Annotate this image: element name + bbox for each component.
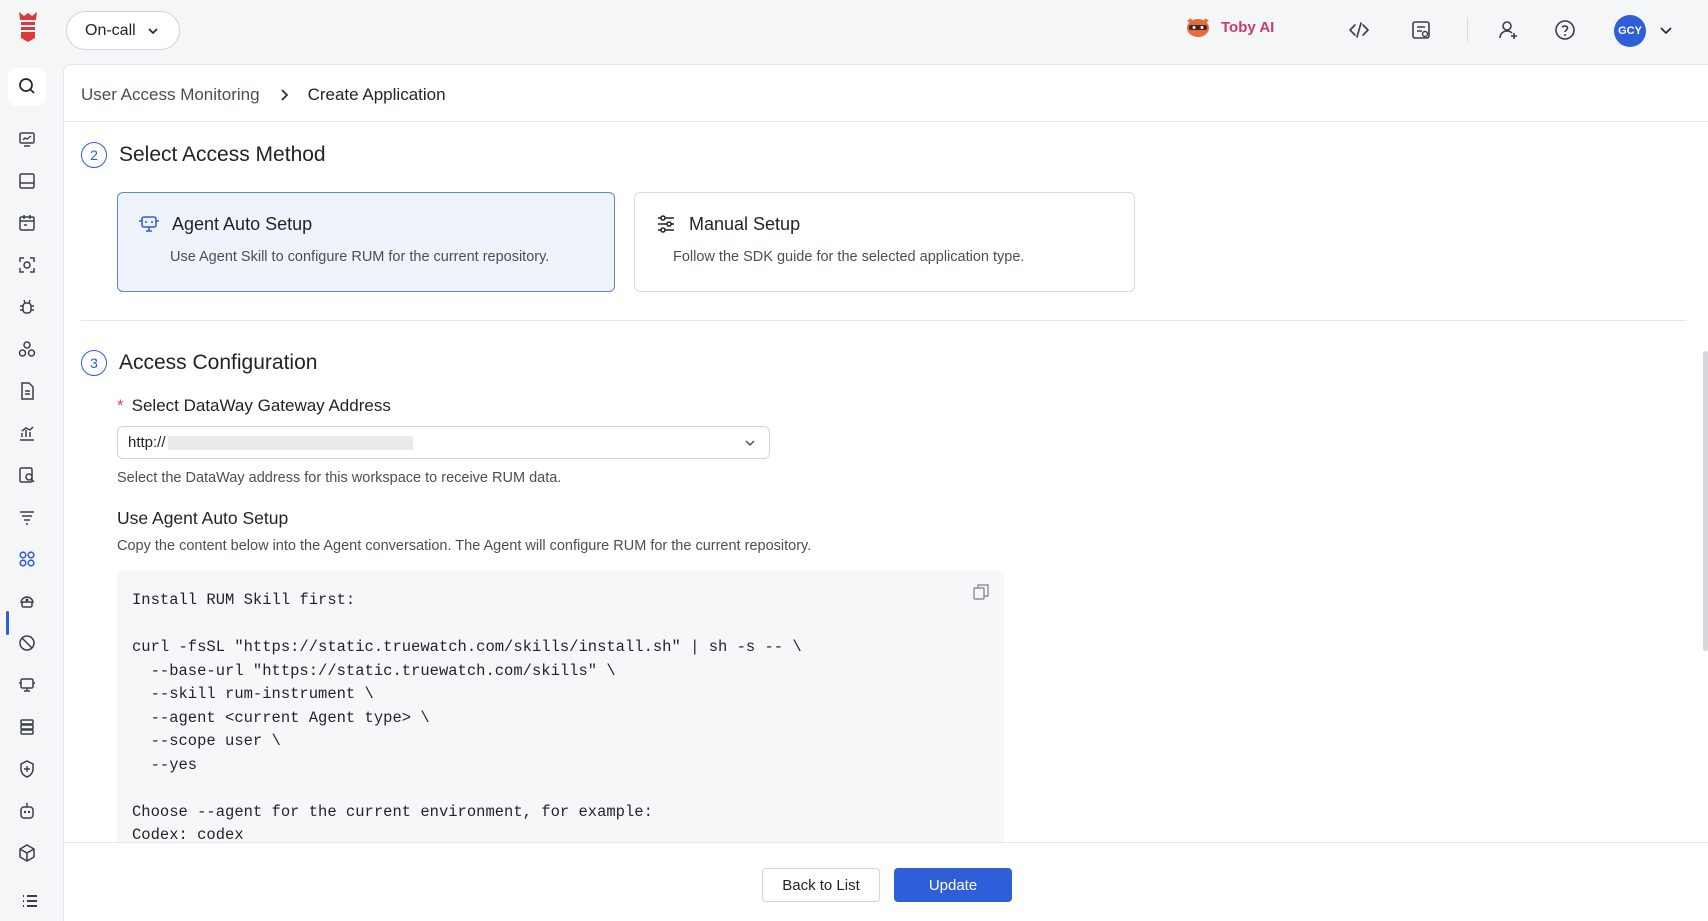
app-logo[interactable] bbox=[16, 10, 40, 44]
card-description: Use Agent Skill to configure RUM for the… bbox=[170, 249, 550, 265]
step-title: Access Configuration bbox=[119, 351, 318, 374]
card-description: Follow the SDK guide for the selected ap… bbox=[673, 249, 1025, 265]
card-title: Manual Setup bbox=[689, 213, 801, 234]
copy-icon[interactable] bbox=[972, 583, 990, 601]
search-icon[interactable] bbox=[17, 76, 37, 96]
chevron-down-icon[interactable] bbox=[1658, 22, 1674, 38]
menu-icon[interactable] bbox=[20, 891, 40, 911]
code-icon[interactable] bbox=[1347, 18, 1371, 42]
step-title: Select Access Method bbox=[119, 143, 326, 166]
gateway-select[interactable]: http:// bbox=[117, 426, 770, 459]
breadcrumb-parent[interactable]: User Access Monitoring bbox=[81, 85, 260, 105]
toby-ai-label: Toby AI bbox=[1221, 18, 1275, 36]
gateway-label: * Select DataWay Gateway Address bbox=[117, 396, 391, 416]
metrics-icon[interactable] bbox=[17, 423, 37, 443]
divider bbox=[64, 121, 1708, 122]
step-access-configuration: 3 Access Configuration bbox=[81, 350, 317, 376]
manual-setup-card[interactable]: Manual Setup Follow the SDK guide for th… bbox=[634, 192, 1135, 292]
add-user-icon[interactable] bbox=[1496, 18, 1520, 42]
agent-icon bbox=[139, 216, 159, 232]
auto-setup-description: Copy the content below into the Agent co… bbox=[117, 538, 812, 554]
breadcrumb-current: Create Application bbox=[307, 85, 446, 104]
footer-bar: Back to List Update bbox=[64, 842, 1708, 921]
avatar[interactable]: GCY bbox=[1614, 15, 1646, 47]
install-command[interactable]: Install RUM Skill first: curl -fsSL "htt… bbox=[132, 589, 989, 848]
calendar-icon[interactable] bbox=[17, 213, 37, 233]
cube-icon[interactable] bbox=[17, 843, 37, 863]
update-button[interactable]: Update bbox=[894, 868, 1012, 902]
code-block[interactable]: Install RUM Skill first: curl -fsSL "htt… bbox=[117, 571, 1004, 861]
breadcrumb: User Access Monitoring Create Applicatio… bbox=[81, 83, 446, 107]
notes-icon[interactable] bbox=[1409, 18, 1433, 42]
document-icon[interactable] bbox=[17, 381, 37, 401]
log-search-icon[interactable] bbox=[17, 465, 37, 485]
step-number: 2 bbox=[81, 142, 107, 168]
workspace-label: On-call bbox=[85, 21, 136, 39]
top-bar: On-call Toby AI GCY bbox=[0, 0, 1708, 64]
main-panel: User Access Monitoring Create Applicatio… bbox=[63, 64, 1708, 921]
sidebar-active-indicator bbox=[6, 611, 9, 635]
help-icon[interactable] bbox=[1553, 18, 1577, 42]
chevron-down-icon bbox=[745, 440, 755, 447]
sidebar bbox=[0, 64, 62, 921]
step-number: 3 bbox=[81, 350, 107, 376]
toolbar-divider bbox=[1467, 18, 1468, 42]
bug-icon[interactable] bbox=[17, 297, 37, 317]
chevron-right-icon bbox=[281, 89, 288, 101]
gateway-value: http:// bbox=[128, 434, 166, 451]
device-icon[interactable] bbox=[17, 675, 37, 695]
scrollbar[interactable] bbox=[1703, 351, 1708, 651]
monitor-icon[interactable] bbox=[17, 129, 37, 149]
chevron-down-icon bbox=[148, 27, 158, 34]
toby-ai-icon bbox=[1187, 18, 1209, 37]
card-title: Agent Auto Setup bbox=[172, 213, 313, 234]
toby-ai-button[interactable]: Toby AI bbox=[1185, 16, 1274, 38]
sliders-icon bbox=[658, 215, 674, 233]
synthetic-icon[interactable] bbox=[17, 591, 37, 611]
agent-auto-setup-card[interactable]: Agent Auto Setup Use Agent Skill to conf… bbox=[117, 192, 615, 292]
database-icon[interactable] bbox=[17, 717, 37, 737]
gateway-hint: Select the DataWay address for this work… bbox=[117, 470, 562, 486]
redacted-address bbox=[167, 435, 413, 450]
infrastructure-icon[interactable] bbox=[17, 339, 37, 359]
block-icon[interactable] bbox=[17, 633, 37, 653]
robot-icon[interactable] bbox=[17, 801, 37, 821]
pipeline-icon[interactable] bbox=[17, 507, 37, 527]
scan-icon[interactable] bbox=[17, 255, 37, 275]
auto-setup-title: Use Agent Auto Setup bbox=[117, 508, 289, 528]
dashboard-icon[interactable] bbox=[17, 171, 37, 191]
back-to-list-button[interactable]: Back to List bbox=[762, 868, 880, 902]
workspace-select[interactable]: On-call bbox=[66, 11, 180, 50]
gateway-label-text: Select DataWay Gateway Address bbox=[131, 396, 391, 415]
security-icon[interactable] bbox=[17, 759, 37, 779]
step-access-method: 2 Select Access Method bbox=[81, 142, 326, 168]
apps-icon[interactable] bbox=[17, 549, 37, 569]
required-marker: * bbox=[117, 396, 124, 415]
divider bbox=[81, 320, 1686, 321]
